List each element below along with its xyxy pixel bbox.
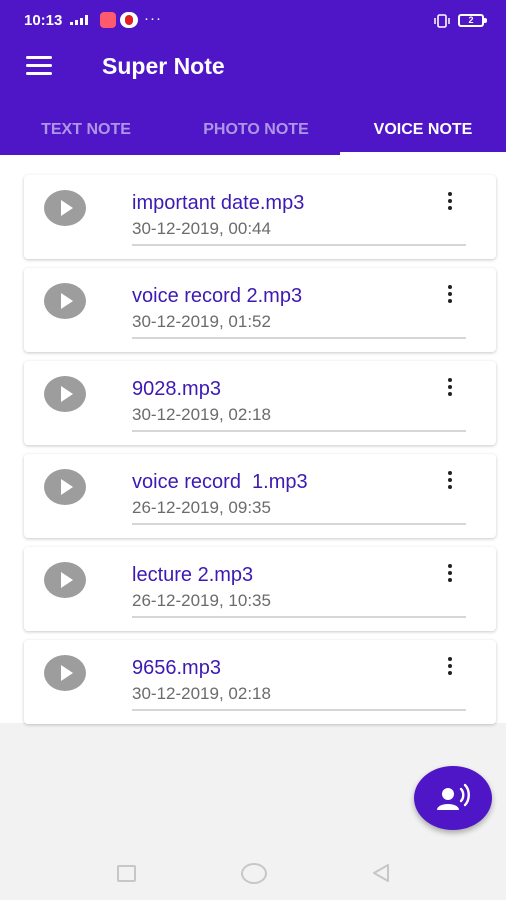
divider <box>132 430 466 432</box>
recording-name: important date.mp3 <box>132 192 305 214</box>
record-voice-fab[interactable] <box>414 766 492 830</box>
divider <box>132 244 466 246</box>
recording-name: voice record 1.mp3 <box>132 471 308 493</box>
recording-date: 26-12-2019, 10:35 <box>132 591 271 610</box>
divider <box>132 709 466 711</box>
tab-text-note[interactable]: TEXT NOTE <box>0 104 172 155</box>
tab-bar: TEXT NOTE PHOTO NOTE VOICE NOTE <box>0 104 506 155</box>
screen: 10:13 ··· 2 Super Note TEXT NOTE PHOTO N… <box>0 0 506 900</box>
divider <box>132 523 466 525</box>
recording-name: voice record 2.mp3 <box>132 285 303 307</box>
signal-icon <box>70 15 88 25</box>
tab-photo-note[interactable]: PHOTO NOTE <box>172 104 340 155</box>
more-vertical-icon[interactable] <box>438 284 462 308</box>
list-item[interactable]: 9656.mp3 30-12-2019, 02:18 <box>24 640 496 724</box>
list-item[interactable]: 9028.mp3 30-12-2019, 02:18 <box>24 361 496 445</box>
list-item[interactable]: important date.mp3 30-12-2019, 00:44 <box>24 175 496 259</box>
system-nav-bar <box>0 844 506 900</box>
list-item[interactable]: voice record 1.mp3 26-12-2019, 09:35 <box>24 454 496 538</box>
vibrate-icon <box>434 14 450 28</box>
play-icon[interactable] <box>44 655 86 691</box>
recording-name: lecture 2.mp3 <box>132 564 254 586</box>
more-vertical-icon[interactable] <box>438 377 462 401</box>
recording-date: 30-12-2019, 02:18 <box>132 405 271 424</box>
voice-record-icon <box>437 783 470 810</box>
recent-apps-icon[interactable] <box>117 865 136 882</box>
recording-date: 26-12-2019, 09:35 <box>132 498 271 517</box>
more-notifications-icon: ··· <box>144 10 162 27</box>
menu-button[interactable] <box>24 52 56 80</box>
recording-name: 9028.mp3 <box>132 378 221 400</box>
more-vertical-icon[interactable] <box>438 563 462 587</box>
battery-icon: 2 <box>458 14 487 27</box>
recording-name: 9656.mp3 <box>132 657 221 679</box>
list-item[interactable]: voice record 2.mp3 30-12-2019, 01:52 <box>24 268 496 352</box>
app-bar: 10:13 ··· 2 Super Note TEXT NOTE PHOTO N… <box>0 0 506 155</box>
home-icon[interactable] <box>241 863 267 884</box>
recording-date: 30-12-2019, 00:44 <box>132 219 271 238</box>
recording-date: 30-12-2019, 02:18 <box>132 684 271 703</box>
back-icon[interactable] <box>370 862 392 884</box>
play-icon[interactable] <box>44 283 86 319</box>
more-vertical-icon[interactable] <box>438 656 462 680</box>
play-icon[interactable] <box>44 376 86 412</box>
status-time: 10:13 <box>24 12 63 29</box>
status-bar: 10:13 ··· 2 <box>0 0 506 40</box>
recording-date: 30-12-2019, 01:52 <box>132 312 271 331</box>
play-icon[interactable] <box>44 190 86 226</box>
app-title: Super Note <box>102 53 225 79</box>
more-vertical-icon[interactable] <box>438 191 462 215</box>
notification-app-icon <box>100 12 116 28</box>
voice-note-list: important date.mp3 30-12-2019, 00:44 voi… <box>0 155 506 724</box>
list-item[interactable]: lecture 2.mp3 26-12-2019, 10:35 <box>24 547 496 631</box>
divider <box>132 616 466 618</box>
youtube-notification-icon <box>120 12 138 28</box>
divider <box>132 337 466 339</box>
play-icon[interactable] <box>44 562 86 598</box>
tab-voice-note[interactable]: VOICE NOTE <box>340 104 506 155</box>
play-icon[interactable] <box>44 469 86 505</box>
more-vertical-icon[interactable] <box>438 470 462 494</box>
